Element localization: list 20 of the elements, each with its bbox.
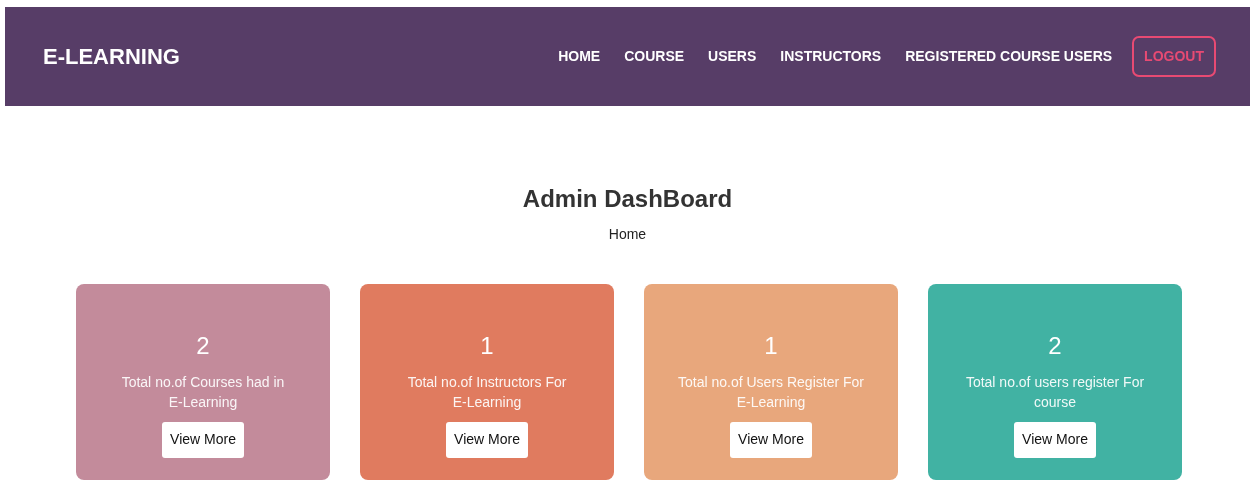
view-more-button[interactable]: View More	[730, 421, 812, 458]
view-more-button[interactable]: View More	[162, 421, 244, 458]
brand-logo[interactable]: E-LEARNING	[43, 40, 180, 73]
stat-description: Total no.of Instructors For E-Learning	[406, 372, 568, 412]
nav-link[interactable]: HOME	[546, 46, 613, 67]
stat-count: 2	[1048, 331, 1062, 360]
stat-description: Total no.of users register For course	[964, 372, 1146, 412]
stat-count: 1	[764, 331, 778, 360]
page-title: Admin DashBoard	[521, 185, 734, 214]
breadcrumb: Home	[608, 224, 647, 244]
stat-count: 1	[480, 331, 494, 360]
stat-count: 2	[196, 331, 210, 360]
stat-description: Total no.of Users Register For E-Learning	[677, 372, 865, 412]
nav-link[interactable]: INSTRUCTORS	[768, 46, 894, 67]
stat-description: Total no.of Courses had in E-Learning	[120, 372, 286, 412]
view-more-button[interactable]: View More	[1014, 421, 1096, 458]
nav-link[interactable]: USERS	[696, 46, 769, 67]
nav-link[interactable]: COURSE	[612, 46, 697, 67]
view-more-button[interactable]: View More	[446, 421, 528, 458]
nav-link[interactable]: REGISTERED COURSE USERS	[893, 46, 1125, 67]
